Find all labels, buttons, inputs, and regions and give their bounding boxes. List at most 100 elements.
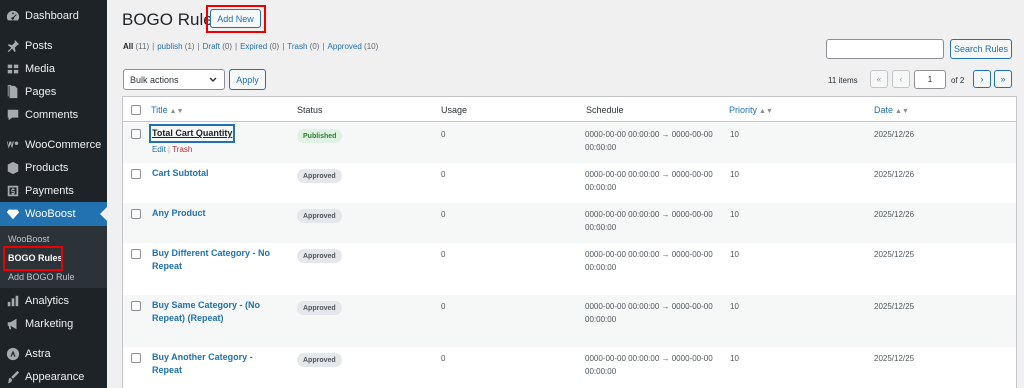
rule-title-link[interactable]: Any Product (152, 207, 206, 220)
priority-cell: 10 (730, 354, 739, 363)
menu-label: Analytics (25, 295, 70, 307)
column-date[interactable]: Date ▲▼ (874, 105, 909, 115)
menu-item-astra[interactable]: Astra (0, 342, 107, 366)
menu-item-comments[interactable]: Comments (0, 103, 107, 127)
comment-icon (6, 108, 20, 122)
table-row: Buy Another Category - Repeat Approved 0… (123, 347, 1016, 388)
next-page-button[interactable]: › (973, 70, 991, 88)
table-row: Any Product Approved 0 0000-00-00 00:00:… (123, 203, 1016, 243)
column-priority[interactable]: Priority ▲▼ (729, 105, 773, 115)
sort-icon: ▲▼ (169, 108, 184, 115)
priority-cell: 10 (730, 250, 739, 259)
rule-title-link[interactable]: Cart Subtotal (152, 167, 209, 180)
menu-item-media[interactable]: Media (0, 57, 107, 81)
menu-label: Posts (25, 40, 53, 52)
menu-item-pages[interactable]: Pages (0, 80, 107, 104)
pages-icon (6, 85, 20, 99)
date-cell: 2025/12/25 (874, 250, 915, 259)
table-header: Title ▲▼ Status Usage Schedule Priority ▲▼… (123, 97, 1016, 122)
filter-trash[interactable]: Trash (0) (287, 42, 319, 51)
current-page-input[interactable]: 1 (914, 70, 946, 89)
table-row: Buy Different Category - No Repeat Appro… (123, 243, 1016, 295)
schedule-cell: 0000-00-00 00:00:00 → 0000-00-00 00:00:0… (585, 170, 713, 192)
highlight-box (3, 246, 63, 271)
menu-item-dashboard[interactable]: Dashboard (0, 4, 107, 28)
status-filters: All (11) | publish (1) | Draft (0) | Expire… (123, 42, 379, 51)
main-content: BOGO Rules Add New All (11) | publish (1)… (107, 0, 1024, 388)
admin-sidebar: Dashboard Posts Media Pages Comments Woo… (0, 0, 107, 388)
rule-title-link[interactable]: Buy Same Category - (No Repeat) (Repeat) (152, 299, 277, 325)
sort-icon: ▲▼ (895, 108, 909, 115)
menu-item-posts[interactable]: Posts (0, 34, 107, 58)
menu-item-marketing[interactable]: Marketing (0, 312, 107, 336)
rule-title-link[interactable]: Buy Another Category - Repeat (152, 351, 267, 377)
filter-all[interactable]: All (11) (123, 42, 149, 51)
filter-approved[interactable]: Approved (10) (328, 42, 379, 51)
row-checkbox[interactable] (131, 169, 141, 179)
table-row: Buy Same Category - (No Repeat) (Repeat)… (123, 295, 1016, 347)
astra-icon (6, 347, 20, 361)
status-badge: Approved (297, 301, 342, 315)
analytics-icon (6, 294, 20, 308)
menu-item-appearance[interactable]: Appearance (0, 365, 107, 388)
menu-item-wooboost[interactable]: WooBoost (0, 202, 107, 226)
chevron-down-icon (209, 77, 217, 82)
products-icon (6, 161, 20, 175)
schedule-cell: 0000-00-00 00:00:00 → 0000-00-00 00:00:0… (585, 302, 713, 324)
date-cell: 2025/12/26 (874, 170, 915, 179)
menu-label: Astra (25, 348, 51, 360)
row-checkbox[interactable] (131, 301, 141, 311)
usage-cell: 0 (441, 354, 446, 363)
last-page-button[interactable]: » (994, 70, 1012, 88)
schedule-cell: 0000-00-00 00:00:00 → 0000-00-00 00:00:0… (585, 250, 713, 272)
row-checkbox[interactable] (131, 249, 141, 259)
edit-link[interactable]: Edit (152, 145, 166, 154)
row-checkbox[interactable] (131, 353, 141, 363)
column-title[interactable]: Title ▲▼ (151, 105, 184, 115)
bulk-actions-select[interactable]: Bulk actions (123, 69, 225, 90)
status-badge: Published (297, 129, 343, 143)
menu-label: Comments (25, 109, 79, 121)
date-cell: 2025/12/26 (874, 210, 915, 219)
menu-item-payments[interactable]: Payments (0, 179, 107, 203)
select-all-checkbox[interactable] (131, 105, 141, 115)
search-rules-button[interactable]: Search Rules (950, 39, 1012, 59)
woocommerce-icon (6, 138, 20, 152)
status-badge: Approved (297, 249, 342, 263)
filter-expired[interactable]: Expired (0) (240, 42, 279, 51)
status-badge: Approved (297, 169, 342, 183)
menu-label: Dashboard (25, 10, 79, 22)
wooboost-icon (6, 207, 20, 221)
menu-item-products[interactable]: Products (0, 156, 107, 180)
menu-label: Marketing (25, 318, 74, 330)
rule-title-link[interactable]: Buy Different Category - No Repeat (152, 247, 282, 273)
marketing-icon (6, 317, 20, 331)
table-row: Cart Subtotal Approved 0 0000-00-00 00:0… (123, 163, 1016, 203)
menu-item-analytics[interactable]: Analytics (0, 289, 107, 313)
menu-label: Appearance (25, 371, 85, 383)
schedule-cell: 0000-00-00 00:00:00 → 0000-00-00 00:00:0… (585, 130, 713, 152)
trash-link[interactable]: Trash (172, 145, 192, 154)
apply-button[interactable]: Apply (229, 69, 266, 90)
appearance-icon (6, 370, 20, 384)
status-badge: Approved (297, 209, 342, 223)
submenu-item-wooboost[interactable]: WooBoost (8, 234, 49, 244)
menu-item-woocommerce[interactable]: WooCommerce (0, 133, 107, 157)
filter-draft[interactable]: Draft (0) (203, 42, 232, 51)
schedule-cell: 0000-00-00 00:00:00 → 0000-00-00 00:00:0… (585, 354, 713, 376)
usage-cell: 0 (441, 250, 446, 259)
menu-label: Products (25, 162, 69, 174)
column-status: Status (297, 105, 323, 115)
highlight-box (206, 5, 266, 33)
rule-title-link[interactable]: Total Cart Quantity (148, 124, 236, 143)
usage-cell: 0 (441, 170, 446, 179)
row-checkbox[interactable] (131, 129, 141, 139)
filter-publish[interactable]: publish (1) (157, 42, 194, 51)
menu-label: Media (25, 63, 55, 75)
priority-cell: 10 (730, 210, 739, 219)
usage-cell: 0 (441, 130, 446, 139)
search-input[interactable] (826, 39, 944, 59)
row-checkbox[interactable] (131, 209, 141, 219)
priority-cell: 10 (730, 170, 739, 179)
submenu-item-add-bogo-rule[interactable]: Add BOGO Rule (8, 272, 75, 282)
